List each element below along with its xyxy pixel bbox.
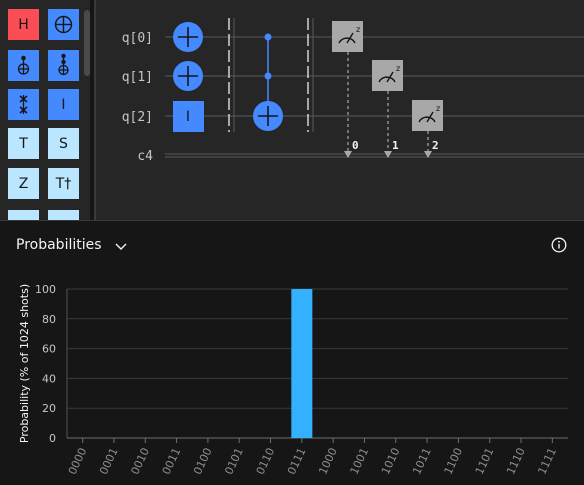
x-gate-q1[interactable] — [173, 61, 203, 91]
x-gate-q0[interactable] — [173, 22, 203, 52]
x-tick-label: 1111 — [535, 446, 559, 477]
y-tick-label: 0 — [49, 432, 56, 445]
x-tick-label: 0101 — [222, 446, 246, 477]
z-gate-button[interactable]: Z — [8, 168, 39, 199]
gate-button-label: T — [19, 135, 28, 152]
probability-bar[interactable] — [291, 289, 313, 438]
toffoli-icon — [58, 53, 69, 76]
measure-bit-label-0: 0 — [352, 139, 359, 152]
gate-button-label: I — [61, 96, 66, 113]
toffoli-gate[interactable] — [253, 33, 283, 132]
x-tick-label: 0000 — [66, 446, 90, 477]
circuit-composer: q[0] q[1] q[2] c4 I z 0 z 1 z 2 — [96, 0, 584, 220]
cnot-icon — [17, 55, 30, 75]
x-tick-label: 0111 — [285, 446, 309, 477]
barrier-2[interactable] — [307, 18, 314, 132]
x-tick-label: 0110 — [254, 446, 278, 477]
gate-palette: H I T S Z T† — [0, 0, 90, 220]
identity-gate-button[interactable]: I — [48, 89, 79, 120]
measure-basis-label-1: z — [396, 64, 400, 73]
x-tick-label: 0100 — [191, 446, 215, 477]
measure-bit-label-1: 1 — [392, 139, 399, 152]
y-tick-label: 40 — [42, 372, 56, 385]
x-tick-label: 1101 — [473, 446, 497, 477]
tdg-gate-button[interactable]: T† — [48, 168, 79, 199]
y-tick-label: 80 — [42, 313, 56, 326]
circuit-canvas: q[0] q[1] q[2] c4 I z 0 z 1 z 2 — [122, 18, 584, 164]
x-tick-label: 0011 — [160, 446, 184, 477]
identity-gate-q2[interactable]: I — [173, 101, 204, 132]
gate-button-label: H — [18, 16, 29, 33]
measure-gate-q1[interactable]: z 1 — [372, 60, 403, 158]
x-tick-label: 1100 — [442, 446, 466, 477]
qubit-label-1[interactable]: q[1] — [122, 70, 153, 85]
x-tick-label: 1010 — [379, 446, 403, 477]
plot-area — [67, 289, 568, 438]
t-gate-button[interactable]: T — [8, 128, 39, 159]
x-tick-label: 0010 — [128, 446, 152, 477]
sdg-gate-button[interactable] — [8, 210, 39, 220]
classical-label[interactable]: c4 — [137, 149, 153, 164]
h-gate-button[interactable]: H — [8, 9, 39, 40]
y-tick-label: 100 — [35, 283, 56, 296]
qubit-label-0[interactable]: q[0] — [122, 31, 153, 46]
gate-button-label: S — [59, 135, 68, 152]
x-tick-label: 1110 — [504, 446, 528, 477]
swap-gate-button[interactable] — [8, 89, 39, 120]
swap-icon — [19, 95, 28, 114]
x-tick-label: 1000 — [316, 446, 340, 477]
s-gate-button[interactable]: S — [48, 128, 79, 159]
measure-basis-label-0: z — [356, 25, 360, 34]
toffoli-gate-button[interactable] — [48, 50, 79, 81]
palette-scrollbar[interactable] — [84, 10, 90, 76]
gate-button-label: Z — [18, 175, 29, 192]
y-tick-label: 60 — [42, 343, 56, 356]
x-tick-label: 1011 — [410, 446, 434, 477]
cnot-gate-button[interactable] — [8, 50, 39, 81]
measure-gate-q2[interactable]: z 2 — [412, 100, 443, 158]
rz-gate-button[interactable] — [48, 210, 79, 220]
x-tick-label: 0001 — [97, 446, 121, 477]
barrier-1[interactable] — [228, 18, 235, 132]
measure-bit-label-2: 2 — [432, 139, 439, 152]
gate-button-label: T† — [55, 175, 72, 192]
measure-gate-q0[interactable]: z 0 — [332, 21, 363, 158]
identity-gate-label: I — [186, 109, 190, 125]
x-gate-button[interactable] — [48, 9, 79, 40]
y-axis-label: Probability (% of 1024 shots) — [18, 284, 31, 443]
x-tick-label: 1001 — [348, 446, 372, 477]
qubit-label-2[interactable]: q[2] — [122, 110, 153, 125]
probability-chart: 0 20 40 60 80 100 0000 0001 0010 0011 0100 0101 0110… — [18, 283, 568, 477]
measure-basis-label-2: z — [436, 104, 440, 113]
y-tick-label: 20 — [42, 402, 56, 415]
oplus-icon — [54, 15, 73, 34]
